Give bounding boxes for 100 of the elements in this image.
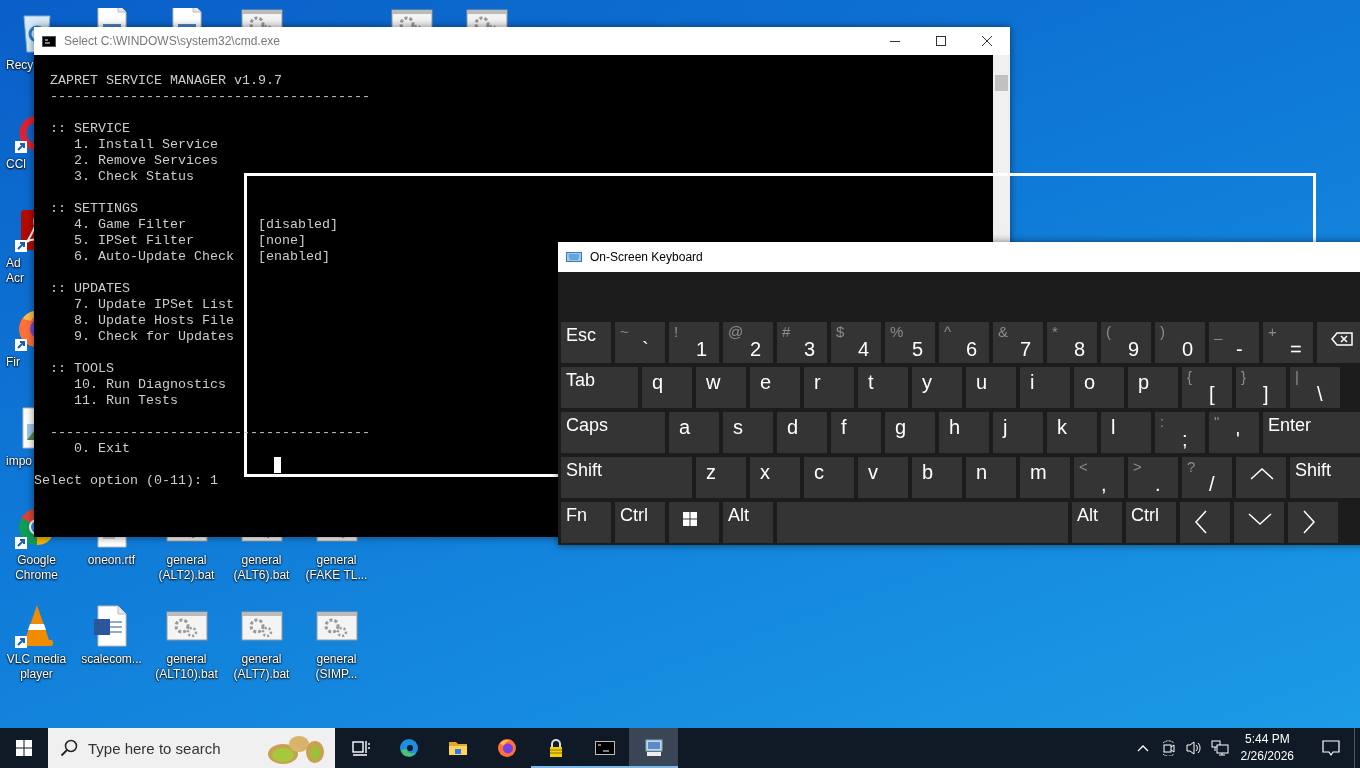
window-title: On-Screen Keyboard xyxy=(590,250,704,264)
keyboard-key[interactable]: t xyxy=(858,367,908,408)
console-line: ZAPRET SERVICE MANAGER v1.9.7 xyxy=(50,73,282,89)
desktop-icon-label[interactable]: general (ALT10).bat xyxy=(150,652,223,682)
keyboard-key[interactable]: ) 0 xyxy=(1155,322,1205,363)
keyboard-key[interactable]: a xyxy=(669,412,719,453)
close-icon xyxy=(982,36,992,46)
keyboard-key[interactable]: k xyxy=(1047,412,1097,453)
keyboard-key[interactable]: < , xyxy=(1074,457,1124,498)
keyboard-key[interactable]: ~ ` xyxy=(615,322,665,363)
console-value: [none] xyxy=(257,233,306,249)
desktop-icon-label[interactable]: Fir xyxy=(6,355,36,370)
desktop-icon-label[interactable]: general (FAKE TL... xyxy=(300,553,373,583)
keyboard-key[interactable] xyxy=(1317,322,1360,363)
console-line: 3. Check Status xyxy=(73,169,194,185)
task-view-icon xyxy=(349,738,370,758)
console-line: 11. Run Tests xyxy=(73,393,178,409)
desktop-icon-label[interactable]: impo xyxy=(6,454,36,469)
browser-icon xyxy=(398,738,419,758)
keyboard-key[interactable]: i xyxy=(1020,367,1070,408)
keyboard-key[interactable]: p xyxy=(1128,367,1178,408)
keyboard-key[interactable]: Alt xyxy=(1072,502,1122,543)
keyboard-key[interactable]: } ] xyxy=(1236,367,1286,408)
keyboard-key[interactable]: > . xyxy=(1128,457,1178,498)
desktop-icon-label[interactable]: general (ALT7).bat xyxy=(225,652,298,682)
desktop-icon-label[interactable]: general (SIMP... xyxy=(300,652,373,682)
keyboard-key[interactable]: e xyxy=(750,367,800,408)
chevron-left-icon xyxy=(1194,510,1208,534)
keyboard-key[interactable]: u xyxy=(966,367,1016,408)
console-line: :: SERVICE xyxy=(50,121,130,137)
desktop-icon-label[interactable]: VLC media player xyxy=(0,652,73,682)
keyboard-key[interactable]: h xyxy=(939,412,989,453)
keyboard-key[interactable]: j xyxy=(993,412,1043,453)
maximize-icon xyxy=(936,36,946,46)
keyboard-key[interactable]: @ 2 xyxy=(723,322,773,363)
keyboard-key[interactable]: ? / xyxy=(1182,457,1232,498)
keyboard-key[interactable]: + = xyxy=(1263,322,1313,363)
desktop-icon-label[interactable]: scalecom... xyxy=(75,652,148,667)
console-line: :: UPDATES xyxy=(50,281,130,297)
keyboard-key[interactable]: $ 4 xyxy=(831,322,881,363)
keyboard-key[interactable] xyxy=(1180,502,1230,543)
keyboard-key[interactable]: n xyxy=(966,457,1016,498)
desktop-icon-label[interactable]: Recy xyxy=(6,58,36,73)
keyboard-key[interactable]: v xyxy=(858,457,908,498)
keyboard-key[interactable]: o xyxy=(1074,367,1124,408)
desktop-icon-label[interactable]: oneon.rtf xyxy=(75,553,148,568)
keyboard-key[interactable]: Alt xyxy=(723,502,773,543)
keyboard-key[interactable]: b xyxy=(912,457,962,498)
keyboard-key[interactable]: q xyxy=(642,367,692,408)
keyboard-key[interactable]: ! 1 xyxy=(669,322,719,363)
keyboard-key[interactable]: x xyxy=(750,457,800,498)
console-line: 1. Install Service xyxy=(73,137,218,153)
search-icon xyxy=(60,739,78,757)
keyboard-key[interactable]: c xyxy=(804,457,854,498)
monitor-keyboard-icon xyxy=(643,738,664,758)
keyboard-key[interactable]: z xyxy=(696,457,746,498)
keyboard-key[interactable]: Enter xyxy=(1263,412,1360,453)
keyboard-key[interactable]: " ' xyxy=(1209,412,1259,453)
keyboard-key[interactable] xyxy=(1288,502,1338,543)
scrollbar-thumb[interactable] xyxy=(995,75,1008,91)
desktop-icon-label[interactable]: general (ALT2).bat xyxy=(150,553,223,583)
keyboard-key[interactable]: Ctrl xyxy=(615,502,665,543)
keyboard-key[interactable]: Esc xyxy=(561,322,611,363)
keyboard-key[interactable]: w xyxy=(696,367,746,408)
keyboard-key[interactable]: Shift xyxy=(561,457,692,498)
keyboard-key[interactable]: f xyxy=(831,412,881,453)
console-line: :: TOOLS xyxy=(50,361,114,377)
keyboard-key[interactable]: ( 9 xyxy=(1101,322,1151,363)
keyboard-key[interactable]: Ctrl xyxy=(1126,502,1176,543)
console-line: 2. Remove Services xyxy=(73,153,218,169)
keyboard-key[interactable]: # 3 xyxy=(777,322,827,363)
keyboard-key[interactable]: y xyxy=(912,367,962,408)
taskbar-button[interactable] xyxy=(629,728,678,768)
keyboard-key[interactable]: | \ xyxy=(1290,367,1340,408)
keyboard-key[interactable]: Caps xyxy=(561,412,665,453)
keyboard-key[interactable]: r xyxy=(804,367,854,408)
browser-icon xyxy=(496,738,517,758)
keyboard-key[interactable]: d xyxy=(777,412,827,453)
keyboard-key[interactable]: m xyxy=(1020,457,1070,498)
keyboard-key[interactable]: _ - xyxy=(1209,322,1259,363)
keyboard-key[interactable]: Shift xyxy=(1290,457,1360,498)
keyboard-key[interactable] xyxy=(669,502,719,543)
keyboard-key[interactable]: s xyxy=(723,412,773,453)
keyboard-key[interactable]: * 8 xyxy=(1047,322,1097,363)
keyboard-key[interactable]: Fn xyxy=(561,502,611,543)
desktop-icon-label[interactable]: general (ALT6).bat xyxy=(225,553,298,583)
keyboard-key[interactable]: & 7 xyxy=(993,322,1043,363)
keyboard-key[interactable]: g xyxy=(885,412,935,453)
keyboard-key[interactable]: ^ 6 xyxy=(939,322,989,363)
desktop-icon-label[interactable]: Ad Acr xyxy=(6,256,36,286)
console-line: Select option (0-11): 1 xyxy=(34,473,218,489)
keyboard-key[interactable]: { [ xyxy=(1182,367,1232,408)
keyboard-key[interactable]: Tab xyxy=(561,367,638,408)
search-field[interactable]: Type here to search xyxy=(88,739,255,757)
keyboard-key[interactable]: : ; xyxy=(1155,412,1205,453)
keyboard-key[interactable]: l xyxy=(1101,412,1151,453)
desktop-icon-label[interactable]: CCl xyxy=(6,157,36,172)
keyboard-key[interactable]: % 5 xyxy=(885,322,935,363)
chevron-down-icon xyxy=(1248,512,1272,526)
desktop-icon-label[interactable]: Google Chrome xyxy=(0,553,73,583)
